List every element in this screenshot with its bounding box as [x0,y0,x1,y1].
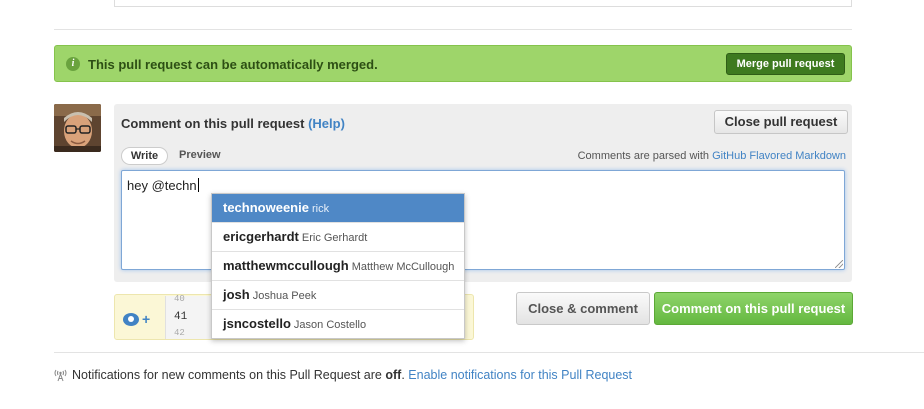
merge-status-text: This pull request can be automatically m… [88,57,378,72]
suggestion-name: Eric Gerhardt [301,232,368,244]
divider [54,352,924,353]
markdown-note: Comments are parsed with GitHub Flavored… [578,150,846,162]
suggestion-login: technoweenie [223,200,309,215]
avatar [54,104,101,152]
notification-text: Notifications for new comments on this P… [72,368,382,382]
notification-period: . [401,368,405,382]
markdown-note-text: Comments are parsed with [577,150,710,162]
plus-icon: + [142,311,151,327]
resize-handle[interactable] [835,260,843,268]
comment-form-title: Comment on this pull request (Help) [121,116,345,131]
enable-notifications-link[interactable]: Enable notifications for this Pull Reque… [408,368,632,382]
comment-title-text: Comment on this pull request [121,116,305,131]
line-number: 41 [174,311,188,323]
suggestion-item-ericgerhardt[interactable]: ericgerhardt Eric Gerhardt [212,223,464,252]
divider [54,29,852,30]
merge-status-bar: i This pull request can be automatically… [54,45,852,82]
merge-pull-request-button[interactable]: Merge pull request [726,53,845,75]
suggestion-item-jsncostello[interactable]: jsncostello Jason Costello [212,310,464,339]
notification-state: off [385,368,402,382]
suggestion-login: josh [223,287,250,302]
notification-status: Notifications for new comments on this P… [54,368,632,382]
previous-section-box [114,0,852,7]
suggestion-name: rick [311,203,330,215]
suggestion-item-technoweenie[interactable]: technoweenie rick [212,194,464,223]
help-link[interactable]: (Help) [308,116,345,131]
suggestion-item-josh[interactable]: josh Joshua Peek [212,281,464,310]
suggestion-login: ericgerhardt [223,229,299,244]
suggestion-login: jsncostello [223,316,291,331]
close-pull-request-button[interactable]: Close pull request [714,110,848,134]
line-numbers: 40 41 42 [165,294,215,339]
markdown-help-link[interactable]: GitHub Flavored Markdown [712,150,846,162]
text-caret [197,178,199,192]
comment-text-value: hey @techn [127,178,199,193]
tab-write[interactable]: Write [121,147,168,165]
comment-submit-button[interactable]: Comment on this pull request [654,292,853,325]
info-icon: i [66,57,80,71]
suggestion-login: matthewmccullough [223,258,349,273]
eye-icon [123,312,139,326]
close-and-comment-button[interactable]: Close & comment [516,292,650,325]
line-number: 42 [174,328,185,338]
typed-text: hey @techn [127,178,197,193]
suggestion-name: Joshua Peek [252,290,317,302]
line-number: 40 [174,294,185,304]
broadcast-icon [54,369,67,382]
suggestion-name: Matthew McCullough [351,261,455,273]
mention-suggestions: technoweenie rick ericgerhardt Eric Gerhar… [211,193,465,339]
suggestion-name: Jason Costello [293,319,367,331]
tab-preview[interactable]: Preview [179,149,221,161]
suggestion-item-matthewmccullough[interactable]: matthewmccullough Matthew McCullough [212,252,464,281]
add-line-comment-button[interactable]: + [123,308,161,330]
